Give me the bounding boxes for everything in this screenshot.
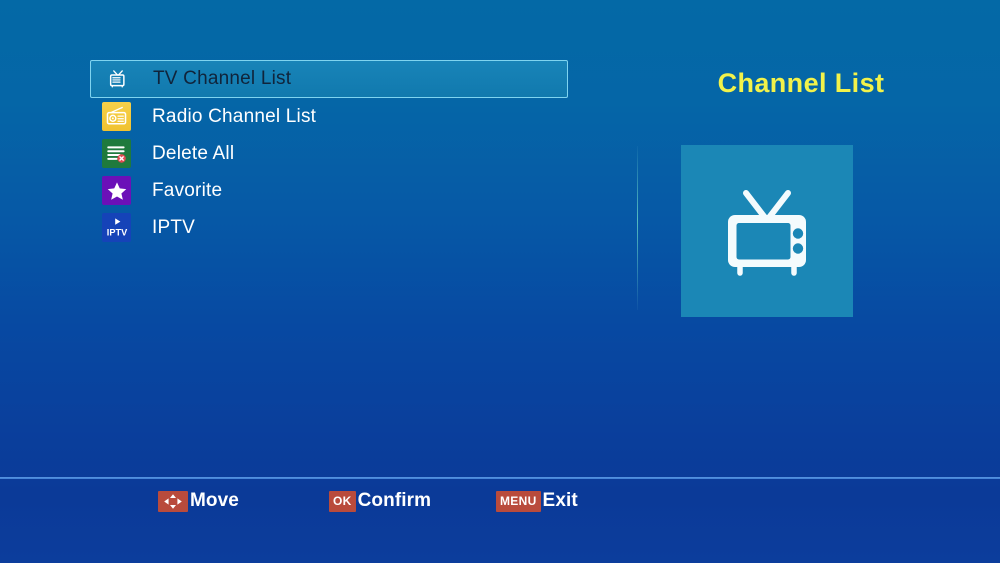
channel-list-menu: TV Channel List Radio Channel List Delet… <box>90 60 568 246</box>
panel-tv-icon <box>681 145 853 317</box>
delete-icon <box>102 139 131 168</box>
help-move: Move <box>158 490 239 512</box>
horizontal-separator <box>0 477 1000 479</box>
menu-item-delete-all[interactable]: Delete All <box>90 135 568 172</box>
iptv-icon: IPTV <box>102 213 131 242</box>
tv-icon <box>103 65 132 94</box>
menu-item-tv-channel-list[interactable]: TV Channel List <box>90 60 568 98</box>
help-confirm: OK Confirm <box>329 490 431 512</box>
ok-key-badge: OK <box>329 490 356 512</box>
menu-item-radio-channel-list[interactable]: Radio Channel List <box>90 98 568 135</box>
menu-item-label: Delete All <box>152 142 235 164</box>
menu-key-badge: MENU <box>496 490 541 512</box>
svg-text:IPTV: IPTV <box>106 227 127 237</box>
help-exit: MENU Exit <box>496 490 578 512</box>
menu-item-label: IPTV <box>152 216 196 238</box>
menu-item-favorite[interactable]: Favorite <box>90 172 568 209</box>
help-bar: Move OK Confirm MENU Exit <box>0 486 1000 526</box>
radio-icon <box>102 102 131 131</box>
main-toolbar <box>0 385 1000 475</box>
menu-item-label: TV Channel List <box>153 68 292 89</box>
menu-item-label: Favorite <box>152 179 223 201</box>
help-confirm-label: Confirm <box>357 490 432 511</box>
help-exit-label: Exit <box>542 490 578 511</box>
help-move-label: Move <box>190 490 239 511</box>
dpad-arrows-icon <box>158 490 188 512</box>
page-title: Channel List <box>717 68 885 98</box>
star-icon <box>102 176 131 205</box>
menu-item-iptv[interactable]: IPTV IPTV <box>90 209 568 246</box>
vertical-divider <box>637 146 638 310</box>
tv-icon <box>728 190 806 276</box>
menu-item-label: Radio Channel List <box>152 105 317 127</box>
